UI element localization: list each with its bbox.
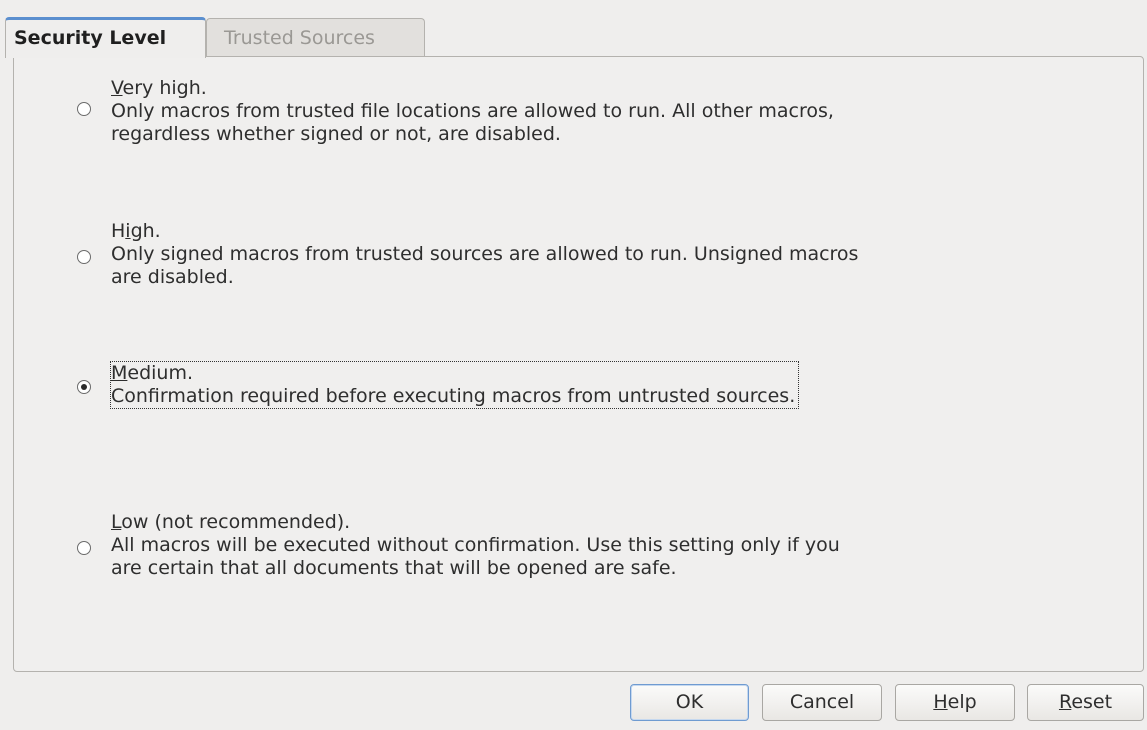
tab-security-level-label: Security Level (14, 27, 167, 49)
radio-low[interactable] (77, 541, 91, 555)
cancel-button-label: Cancel (789, 691, 855, 713)
option-low-text: Low (not recommended). All macros will b… (111, 511, 840, 580)
option-medium-text: Medium. Confirmation required before exe… (109, 361, 800, 409)
cancel-button[interactable]: Cancel (762, 684, 882, 721)
reset-button-label: Reset (1058, 691, 1113, 713)
radio-medium[interactable] (77, 380, 91, 394)
option-medium-desc-1: Confirmation required before executing m… (111, 385, 796, 407)
option-high-text: High. Only signed macros from trusted so… (111, 220, 858, 289)
option-low-desc-1: All macros will be executed without conf… (111, 534, 840, 556)
option-high-desc-1: Only signed macros from trusted sources … (111, 243, 859, 265)
help-button[interactable]: Help (895, 684, 1015, 721)
option-very-high-desc-1: Only macros from trusted file locations … (111, 100, 834, 122)
option-high-title: High. (111, 220, 161, 242)
option-low-desc-2: are certain that all documents that will… (111, 557, 677, 579)
tab-trusted-sources[interactable]: Trusted Sources (206, 18, 425, 57)
reset-button[interactable]: Reset (1027, 684, 1144, 721)
tab-trusted-sources-label: Trusted Sources (224, 27, 375, 49)
ok-button[interactable]: OK (630, 684, 749, 721)
radio-high[interactable] (77, 250, 91, 264)
option-very-high-text: Very high. Only macros from trusted file… (111, 77, 834, 146)
tab-security-level[interactable]: Security Level (5, 17, 206, 58)
option-low-title: Low (not recommended). (111, 511, 351, 533)
option-high-desc-2: are disabled. (111, 266, 234, 288)
ok-button-label: OK (675, 691, 704, 713)
option-very-high-title: Very high. (111, 77, 207, 99)
option-medium-title: Medium. (111, 362, 194, 384)
macro-security-dialog: Security Level Trusted Sources Very high… (0, 0, 1147, 730)
radio-very-high[interactable] (77, 102, 91, 116)
help-button-label: Help (933, 691, 977, 713)
option-very-high-desc-2: regardless whether signed or not, are di… (111, 123, 561, 145)
security-level-panel: Very high. Only macros from trusted file… (13, 56, 1144, 672)
